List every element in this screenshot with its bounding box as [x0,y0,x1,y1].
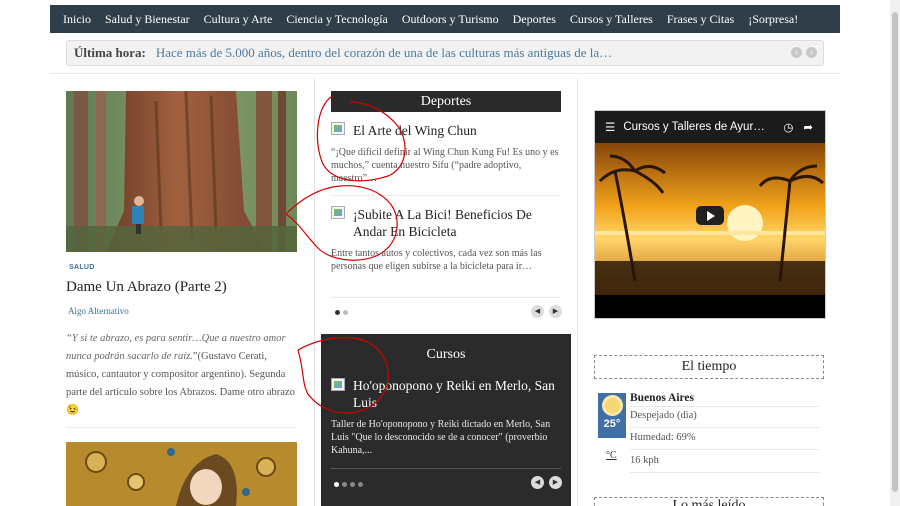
video-title[interactable]: Cursos y Talleres de Ayur… [623,121,764,133]
nav-item-cultura[interactable]: Cultura y Arte [197,12,280,27]
weather-condition: Despejado (dia) [630,410,697,421]
weather-wind: 16 kph [630,455,659,466]
divider [66,427,297,428]
deportes-item-title[interactable]: ¡Subite A La Bici! Beneficios De Andar E… [353,206,561,240]
chevron-right-icon[interactable]: ▶ [549,305,562,318]
weather-humidity: Humedad: 69% [630,432,696,443]
playlist-icon[interactable]: ☰ [605,120,615,134]
widget-heading-deportes: Deportes [331,91,561,112]
widget-heading-next: Lo más leído [594,497,824,506]
deportes-item-excerpt: “¡Que difícil definir al Wing Chun Kung … [331,147,559,184]
post-excerpt: “Y si te abrazo, es para sentir…Que a nu… [66,330,300,420]
video-embed[interactable]: ☰ Cursos y Talleres de Ayur… ◷ ➦ [594,110,826,319]
share-icon[interactable]: ➦ [803,120,813,134]
breaking-news-label: Última hora: [74,45,146,60]
nav-item-sorpresa[interactable]: ¡Sorpresa! [741,12,805,27]
nav-item-deportes[interactable]: Deportes [506,12,563,27]
cursos-item-excerpt: Taller de Ho'oponopono y Reiki dictado e… [331,419,551,456]
weather-city: Buenos Aires [630,392,695,404]
column-divider [314,78,315,506]
nav-item-outdoors[interactable]: Outdoors y Turismo [395,12,506,27]
breaking-news-bar: Última hora: Hace más de 5.000 años, den… [66,40,824,66]
column-divider [577,78,578,506]
divider [630,449,820,450]
chevron-right-icon[interactable]: › [806,47,817,58]
image-placeholder-icon[interactable] [331,122,345,135]
weather-temp: 25° [603,418,621,430]
slider-dot[interactable] [335,310,340,315]
deportes-item-excerpt: Entre tantos autos y colectivos, cada ve… [331,248,542,272]
image-placeholder-icon[interactable] [331,378,345,391]
scrollbar-thumb[interactable] [892,12,898,492]
divider [630,427,820,428]
slider-dots [334,482,363,487]
divider [331,468,561,469]
widget-cursos: Cursos Ho'oponopono y Reiki en Merlo, Sa… [321,334,571,506]
chevron-left-icon[interactable]: ◀ [531,476,544,489]
slider-dot[interactable] [358,482,363,487]
post-category[interactable]: SALUD [69,264,95,271]
weather-sun-icon: 25° [598,393,626,438]
nav-item-salud[interactable]: Salud y Bienestar [98,12,197,27]
chevron-right-icon[interactable]: ▶ [549,476,562,489]
slider-dot[interactable] [343,310,348,315]
slider-dots [335,310,348,315]
slider-dot[interactable] [334,482,339,487]
watch-later-icon[interactable]: ◷ [783,120,793,134]
post-author[interactable]: Algo Alternativo [68,306,129,316]
divider [50,73,840,74]
video-title-bar: ☰ Cursos y Talleres de Ayur… ◷ ➦ [595,111,825,143]
widget-heading-weather: El tiempo [594,355,824,379]
nav-item-inicio[interactable]: Inicio [56,12,98,27]
breaking-news-link[interactable]: Hace más de 5.000 años, dentro del coraz… [156,45,612,61]
cursos-item-title[interactable]: Ho'oponopono y Reiki en Merlo, San Luis [353,377,563,411]
post-title[interactable]: Dame Un Abrazo (Parte 2) [66,279,227,296]
post-image-klimt[interactable] [66,442,297,506]
play-button-icon[interactable] [696,206,724,225]
widget-heading-cursos: Cursos [426,347,466,362]
chevron-left-icon[interactable]: ‹ [791,47,802,58]
slider-dot[interactable] [342,482,347,487]
temp-unit-toggle[interactable]: °C [606,450,617,461]
nav-item-frases[interactable]: Frases y Citas [660,12,741,27]
nav-item-ciencia[interactable]: Ciencia y Tecnología [279,12,395,27]
divider [331,195,561,196]
deportes-item-title[interactable]: El Arte del Wing Chun [353,122,561,139]
chevron-left-icon[interactable]: ◀ [531,305,544,318]
divider [630,406,820,407]
nav-item-cursos[interactable]: Cursos y Talleres [563,12,660,27]
image-placeholder-icon[interactable] [331,206,345,219]
slider-dot[interactable] [350,482,355,487]
divider [331,297,561,298]
post-image-sequoia[interactable] [66,91,297,252]
divider [630,472,820,473]
main-nav: Inicio Salud y Bienestar Cultura y Arte … [50,5,840,33]
